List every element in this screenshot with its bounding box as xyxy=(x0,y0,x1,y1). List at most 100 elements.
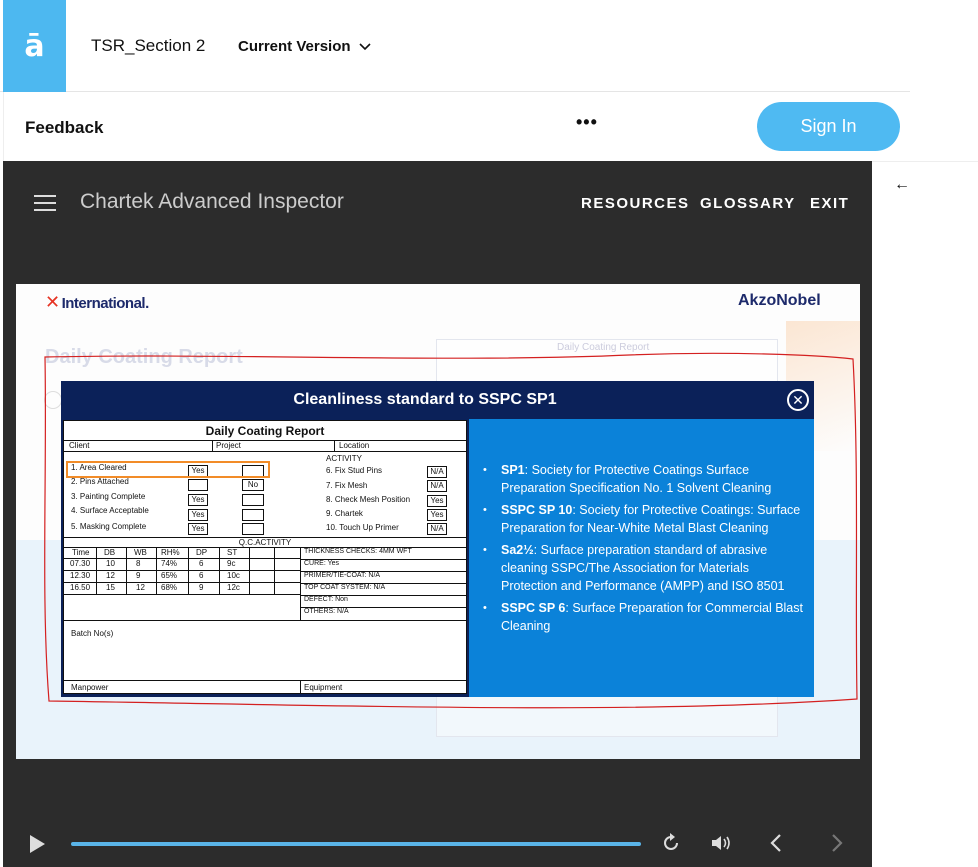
form-title: Daily Coating Report xyxy=(205,424,325,438)
qc-table: Time DB WB RH% DP ST 07.30 10 8 74% 6 9c… xyxy=(64,547,301,621)
form-equipment-label: Equipment xyxy=(304,683,343,692)
chevron-right-icon[interactable] xyxy=(830,833,844,853)
feedback-link[interactable]: Feedback xyxy=(25,118,103,138)
definition-term: SSPC SP 10 xyxy=(501,503,573,517)
qc-cell: 16.50 xyxy=(70,583,91,592)
qc-cell: 12 xyxy=(106,571,115,580)
qc-cell: 9c xyxy=(227,559,236,568)
definition-item: SSPC SP 10: Society for Protective Coati… xyxy=(483,501,808,537)
definitions-panel: SP1: Society for Protective Coatings Sur… xyxy=(469,419,814,697)
app-title: Chartek Advanced Inspector xyxy=(80,190,344,213)
qc-cell: 15 xyxy=(106,583,115,592)
nav-resources[interactable]: RESOURCES xyxy=(581,195,690,212)
highlight-box xyxy=(66,461,270,478)
form-item-10: 10. Touch Up Primer xyxy=(326,523,399,532)
progress-bar[interactable] xyxy=(71,842,641,846)
form-value-6: N/A xyxy=(427,466,447,478)
replay-icon[interactable] xyxy=(660,832,682,854)
chevron-left-icon[interactable] xyxy=(769,833,783,853)
slide-canvas: ✕ International. AkzoNobel Daily Coating … xyxy=(16,284,860,759)
check-line: TOP COAT SYSTEM: N/A xyxy=(304,584,386,591)
form-batch-label: Batch No(s) xyxy=(71,629,114,638)
form-value-4: Yes xyxy=(188,509,208,521)
form-value-5: Yes xyxy=(188,523,208,535)
form-item-5: 5. Masking Complete xyxy=(71,522,147,531)
form-client-label: Client xyxy=(69,441,90,450)
play-icon[interactable] xyxy=(27,834,47,854)
app-logo[interactable]: ā xyxy=(3,0,66,92)
definition-item: SP1: Society for Protective Coatings Sur… xyxy=(483,461,808,497)
form-value-7: N/A xyxy=(427,480,447,492)
form-no-box-3 xyxy=(242,494,264,506)
nav-exit[interactable]: EXIT xyxy=(810,195,849,212)
course-player: Chartek Advanced Inspector RESOURCES GLO… xyxy=(3,161,872,867)
form-value-8: Yes xyxy=(427,495,447,507)
side-panel: ← xyxy=(872,161,978,867)
form-item-2: 2. Pins Attached xyxy=(71,477,129,486)
brand-left-text: International. xyxy=(61,295,150,312)
form-item-7: 7. Fix Mesh xyxy=(326,481,368,490)
form-activity-label: ACTIVITY xyxy=(326,454,363,463)
more-options-button[interactable]: ••• xyxy=(576,112,598,133)
qc-cell: 9 xyxy=(199,583,204,592)
qc-cell: 10 xyxy=(106,559,115,568)
check-line: CURE: Yes xyxy=(304,560,340,567)
form-item-4: 4. Surface Acceptable xyxy=(71,506,149,515)
check-line: OTHERS: N/A xyxy=(304,608,349,615)
form-item-3: 3. Painting Complete xyxy=(71,492,146,501)
qc-header: DP xyxy=(196,548,208,557)
qc-cell: 6 xyxy=(199,571,204,580)
close-glyph: ✕ xyxy=(792,392,804,408)
form-item-6: 6. Fix Stud Pins xyxy=(326,466,383,475)
form-no-value: No xyxy=(242,479,264,491)
course-title: TSR_Section 2 xyxy=(91,36,206,55)
close-icon[interactable]: ✕ xyxy=(787,389,809,411)
form-project-label: Project xyxy=(216,441,241,450)
form-value-10: N/A xyxy=(427,523,447,535)
definition-item: SSPC SP 6: Surface Preparation for Comme… xyxy=(483,599,808,635)
form-no-box-4 xyxy=(242,509,264,521)
qc-cell: 74% xyxy=(161,559,178,568)
qc-cell: 07.30 xyxy=(70,559,91,568)
qc-header: ST xyxy=(227,548,238,557)
form-item-9: 9. Chartek xyxy=(326,509,363,518)
qc-cell: 12 xyxy=(136,583,145,592)
form-no-box-5 xyxy=(242,523,264,535)
modal-title: Cleanliness standard to SSPC SP1 xyxy=(293,391,557,408)
modal-header: Cleanliness standard to SSPC SP1 ✕ xyxy=(61,381,814,419)
check-line: THICKNESS CHECKS: 4MM WFT xyxy=(304,548,412,555)
form-image-panel: Daily Coating Report Client Project Loca… xyxy=(61,419,469,697)
definition-term: SP1 xyxy=(501,463,525,477)
form-value-2 xyxy=(188,479,208,491)
sign-in-button[interactable]: Sign In xyxy=(757,102,900,151)
form-manpower-label: Manpower xyxy=(71,683,109,692)
definition-term: Sa2½ xyxy=(501,543,534,557)
definition-item: Sa2½: Surface preparation standard of ab… xyxy=(483,541,808,595)
top-bar: ā TSR_Section 2 Current Version xyxy=(0,0,910,92)
qc-cell: 9 xyxy=(136,571,141,580)
info-modal: Cleanliness standard to SSPC SP1 ✕ Daily… xyxy=(61,381,814,697)
version-label: Current Version xyxy=(238,38,351,55)
definitions-list: SP1: Society for Protective Coatings Sur… xyxy=(483,461,808,639)
logo-glyph: ā xyxy=(24,28,45,64)
definition-term: SSPC SP 6 xyxy=(501,601,566,615)
volume-icon[interactable] xyxy=(710,832,734,854)
brand-international-logo: ✕ International. xyxy=(45,292,150,312)
form-item-8: 8. Check Mesh Position xyxy=(326,495,411,504)
nav-glossary[interactable]: GLOSSARY xyxy=(700,195,796,212)
qc-header: DB xyxy=(104,548,116,557)
qc-cell: 10c xyxy=(227,571,240,580)
arrow-left-icon[interactable]: ← xyxy=(894,176,910,194)
player-controls xyxy=(3,823,872,867)
version-dropdown[interactable]: Current Version xyxy=(238,38,371,55)
definition-text: : Society for Protective Coatings Surfac… xyxy=(501,463,772,495)
definition-text: : Surface preparation standard of abrasi… xyxy=(501,543,785,593)
hamburger-icon[interactable] xyxy=(34,195,56,211)
form-value-9: Yes xyxy=(427,509,447,521)
sub-bar: Feedback ••• Sign In xyxy=(3,92,910,161)
qc-cell: 8 xyxy=(136,559,141,568)
form-location-label: Location xyxy=(339,441,370,450)
qc-header: Time xyxy=(72,548,90,557)
qc-cell: 65% xyxy=(161,571,178,580)
form-value-3: Yes xyxy=(188,494,208,506)
